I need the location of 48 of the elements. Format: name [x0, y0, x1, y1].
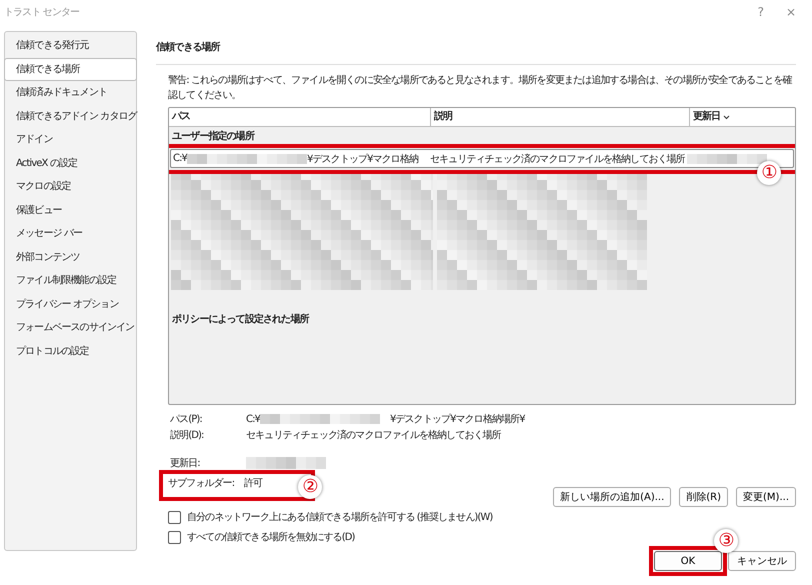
sidebar-item[interactable]: 信頼できる発行元 [5, 34, 136, 58]
detail-value: ¥デスクトップ¥マクロ格納場所¥ [390, 412, 525, 426]
detail-value: C:¥ [246, 414, 260, 424]
section-title: 信頼できる場所 [156, 40, 222, 54]
action-button[interactable]: 削除(R) [679, 487, 728, 507]
checkbox[interactable] [168, 510, 181, 524]
checkbox-label: 自分のネットワーク上にある信頼できる場所を許可する (推奨しません)(W) [187, 510, 492, 524]
column-header[interactable]: 説明 [431, 108, 690, 126]
chevron-down-icon [723, 114, 730, 120]
path-text: C:¥ [173, 153, 188, 164]
sidebar-item[interactable]: メッセージ バー [5, 222, 136, 246]
action-button[interactable]: 新しい場所の追加(A)... [553, 487, 672, 507]
help-button[interactable]: ? [754, 5, 768, 19]
window-title: トラスト センター [4, 6, 80, 19]
warning-text: 警告: これらの場所はすべて、ファイルを開くのに安全な場所であると見なされます。場所を変更または追加する場合は、その場所が安全であることを確認してください。 [168, 74, 793, 103]
sidebar-item[interactable]: フォームベースのサインイン [5, 316, 136, 340]
detail-value: セキュリティチェック済のマクロファイルを格納しておく場所 [246, 428, 501, 442]
detail-label: 更新日: [170, 456, 201, 470]
sidebar-item[interactable]: プロトコルの設定 [5, 340, 136, 363]
sidebar-item[interactable]: プライバシー オプション [5, 292, 136, 316]
description-text: セキュリティチェック済のマクロファイルを格納しておく場所 [429, 152, 685, 166]
sidebar-item[interactable]: 信頼できる場所 [4, 58, 137, 81]
sidebar-item[interactable]: 外部コンテンツ [5, 246, 136, 269]
checkbox[interactable] [168, 530, 181, 544]
group-label: ユーザー指定の場所 [171, 129, 256, 144]
checkbox-label: すべての信頼できる場所を無効にする(D) [187, 530, 355, 544]
sidebar-item[interactable]: 保護ビュー [5, 198, 136, 222]
close-button[interactable]: × [782, 5, 800, 19]
detail-label: サブフォルダー: [168, 476, 236, 490]
path-text: ¥デスクトップ¥マクロ格納 [307, 152, 418, 166]
callout-number: ① [757, 161, 781, 185]
sidebar-item[interactable]: アドイン [5, 128, 136, 152]
detail-value: 許可 [244, 476, 262, 490]
callout-number: ③ [714, 529, 738, 553]
group-label: ポリシーによって設定された場所 [171, 312, 310, 327]
sidebar-item[interactable]: 信頼済みドキュメント [5, 81, 136, 104]
sidebar-item[interactable]: 信頼できるアドイン カタログ [5, 104, 136, 128]
cancel-button[interactable]: キャンセル [728, 551, 796, 571]
sidebar-item[interactable]: ファイル制限機能の設定 [5, 269, 136, 292]
detail-label: パス(P): [170, 413, 203, 426]
column-header[interactable]: 更新日 [690, 108, 795, 126]
detail-label: 説明(D): [170, 428, 204, 442]
sidebar-item[interactable]: マクロの設定 [5, 175, 136, 198]
sidebar-item[interactable]: ActiveX の設定 [5, 152, 136, 175]
ok-button[interactable]: OK [654, 551, 722, 571]
column-header[interactable]: パス [169, 108, 431, 126]
action-button[interactable]: 変更(M)... [736, 487, 796, 507]
callout-number: ② [298, 475, 322, 499]
